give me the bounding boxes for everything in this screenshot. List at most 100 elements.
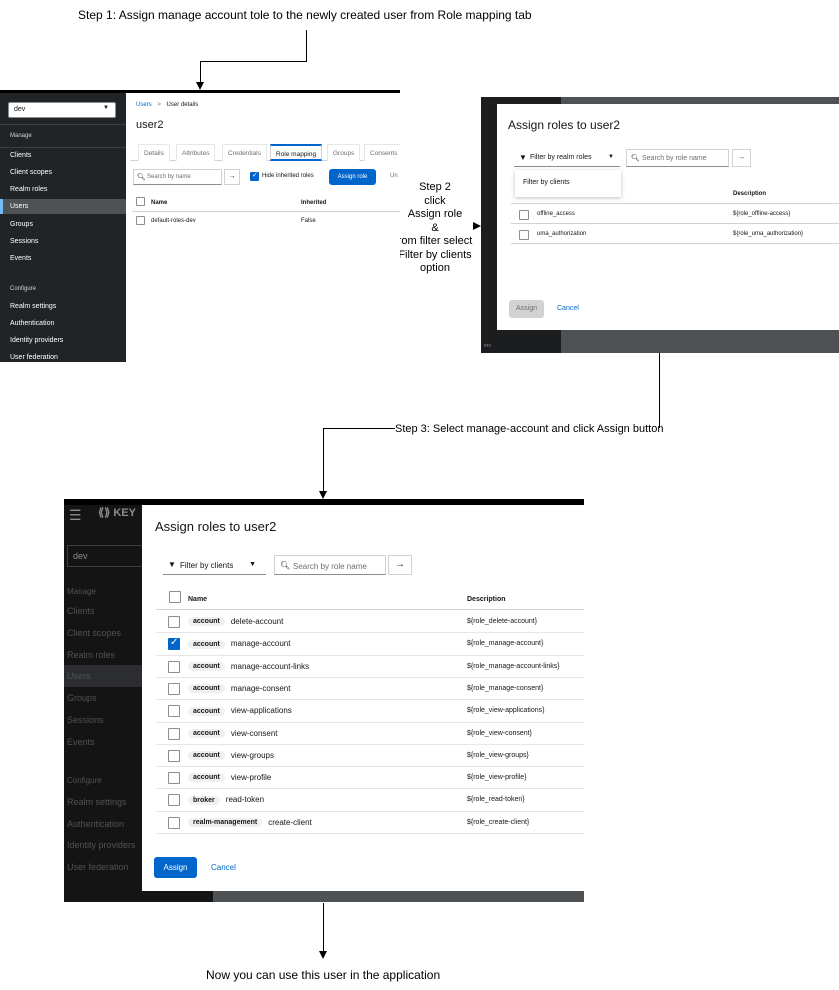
flow-line (306, 30, 307, 61)
arrow-right-icon: → (395, 559, 405, 570)
assign-button[interactable]: Assign (509, 300, 544, 318)
row-checkbox[interactable]: ✓ (168, 637, 180, 651)
role-name-cell: account view-consent (188, 729, 278, 738)
sidebar-item-users[interactable]: Users (67, 671, 91, 681)
background-text: ers (484, 343, 491, 349)
section-manage: Manage (10, 133, 32, 139)
role-name: view-applications (230, 706, 292, 716)
row-checkbox[interactable] (519, 230, 529, 240)
realm-select[interactable]: dev (67, 545, 143, 567)
role-description: ${role_delete-account} (467, 618, 538, 625)
sidebar-item-identity-providers[interactable]: Identity providers (10, 337, 63, 344)
sidebar-item-sessions[interactable]: Sessions (67, 715, 104, 725)
role-description: ${role_view-groups} (467, 751, 529, 759)
menu-item-filter-by-clients[interactable]: Filter by clients (523, 179, 570, 186)
sidebar-item-realm-settings[interactable]: Realm settings (67, 797, 127, 807)
breadcrumb-current: User details (166, 102, 199, 108)
tab-role-mapping[interactable]: Role mapping (270, 144, 323, 161)
sidebar-item-realm-settings[interactable]: Realm settings (10, 303, 56, 310)
sidebar-item-users[interactable]: Users (10, 203, 28, 210)
divider (156, 676, 584, 678)
sidebar-item-realm-roles[interactable]: Realm roles (10, 186, 47, 193)
caret-down-icon: ▼ (103, 105, 109, 111)
row-checkbox[interactable] (168, 682, 180, 695)
sidebar-item-identity-providers[interactable]: Identity providers (67, 840, 136, 850)
sidebar-item-groups[interactable]: Groups (67, 693, 97, 703)
sidebar-item-client-scopes[interactable]: Client scopes (10, 169, 52, 176)
hamburger-icon[interactable]: ☰ (69, 507, 82, 524)
tab-credentials[interactable]: Credentials (222, 144, 267, 161)
select-all-checkbox[interactable] (136, 197, 145, 206)
tab-attributes[interactable]: Attributes (176, 144, 216, 161)
divider (0, 147, 126, 148)
assign-button[interactable]: Assign (154, 857, 197, 878)
row-checkbox[interactable] (168, 705, 180, 718)
search-input[interactable]: 🔍︎ Search by role name (626, 149, 729, 167)
select-all-checkbox[interactable] (169, 591, 181, 603)
row-checkbox[interactable] (136, 216, 145, 225)
search-input[interactable]: 🔍︎ Search by name (133, 169, 222, 185)
search-icon: 🔍︎ (280, 561, 291, 570)
row-checkbox[interactable] (168, 772, 180, 785)
divider (156, 654, 584, 656)
divider (156, 833, 584, 834)
search-input[interactable]: 🔍︎ Search by role name (274, 555, 386, 575)
final-caption: Now you can use this user in the applica… (206, 968, 441, 982)
filter-menu: Filter by clients (515, 170, 621, 197)
role-description: ${role_view-applications} (467, 707, 545, 715)
tab-groups[interactable]: Groups (327, 144, 361, 161)
search-submit-button[interactable]: → (388, 555, 412, 575)
unassign-button[interactable]: Un (390, 173, 398, 179)
role-name: manage-account (230, 639, 291, 649)
divider (156, 699, 584, 701)
sidebar-item-events[interactable]: Events (67, 737, 95, 747)
filter-dropdown[interactable]: ▼︎ Filter by clients ▼ (163, 555, 266, 575)
sidebar-item-realm-roles[interactable]: Realm roles (67, 650, 115, 660)
search-submit-button[interactable]: → (224, 169, 240, 185)
sidebar-item-user-federation[interactable]: User federation (10, 354, 58, 361)
realm-name: dev (73, 551, 88, 561)
cancel-button[interactable]: Cancel (211, 863, 236, 872)
filter-dropdown[interactable]: ▼︎ Filter by realm roles ▼ (514, 149, 620, 167)
sidebar-item-user-federation[interactable]: User federation (67, 862, 129, 872)
row-checkbox[interactable] (168, 816, 180, 829)
role-description: ${role_manage-account} (467, 640, 544, 648)
check-icon: ✓ (170, 637, 179, 649)
divider (156, 721, 584, 723)
divider (132, 211, 400, 212)
role-name-cell: account delete-account (188, 617, 283, 627)
step2-caption: Step 2 click Assign role & rom filter select… (395, 181, 475, 276)
screenshot-assign-client-roles: ☰ ⟪⟫ KEY dev Manage Configure Assign rol… (64, 499, 584, 902)
sidebar-item-authentication[interactable]: Authentication (67, 819, 124, 829)
row-checkbox[interactable] (168, 749, 180, 762)
sidebar-item-sessions[interactable]: Sessions (10, 238, 38, 245)
background-strip (213, 891, 584, 902)
filter-label: Filter by realm roles (530, 154, 592, 161)
search-placeholder: Search by role name (642, 155, 707, 162)
hide-inherited-checkbox[interactable]: ✓ (250, 172, 259, 181)
tab-bar: Details Attributes Credentials Role mapping… (130, 144, 400, 161)
sidebar-item-events[interactable]: Events (10, 255, 31, 262)
sidebar-item-clients[interactable]: Clients (10, 152, 31, 159)
arrow-down-icon (319, 951, 327, 959)
breadcrumb-users-link[interactable]: Users (136, 102, 152, 108)
sidebar-item-authentication[interactable]: Authentication (10, 320, 54, 327)
row-checkbox[interactable] (168, 616, 180, 628)
sidebar-item-clients[interactable]: Clients (67, 606, 95, 616)
assign-role-button[interactable]: Assign role (329, 169, 376, 185)
divider (511, 243, 839, 244)
realm-select[interactable]: dev ▼ (8, 102, 116, 118)
sidebar-item-groups[interactable]: Groups (10, 221, 33, 228)
row-checkbox[interactable] (519, 210, 529, 220)
step2-line: click (424, 194, 446, 207)
sidebar-item-client-scopes[interactable]: Client scopes (67, 628, 121, 638)
search-submit-button[interactable]: → (732, 149, 751, 167)
tab-consents[interactable]: Consents (364, 144, 400, 161)
row-checkbox[interactable] (168, 727, 180, 740)
arrow-right-icon: → (738, 154, 745, 161)
row-checkbox[interactable] (168, 794, 180, 807)
row-checkbox[interactable] (168, 660, 180, 673)
tab-details[interactable]: Details (138, 144, 170, 161)
main-content: Users > User details user2 Details Attrib… (126, 93, 400, 362)
cancel-button[interactable]: Cancel (557, 305, 579, 312)
